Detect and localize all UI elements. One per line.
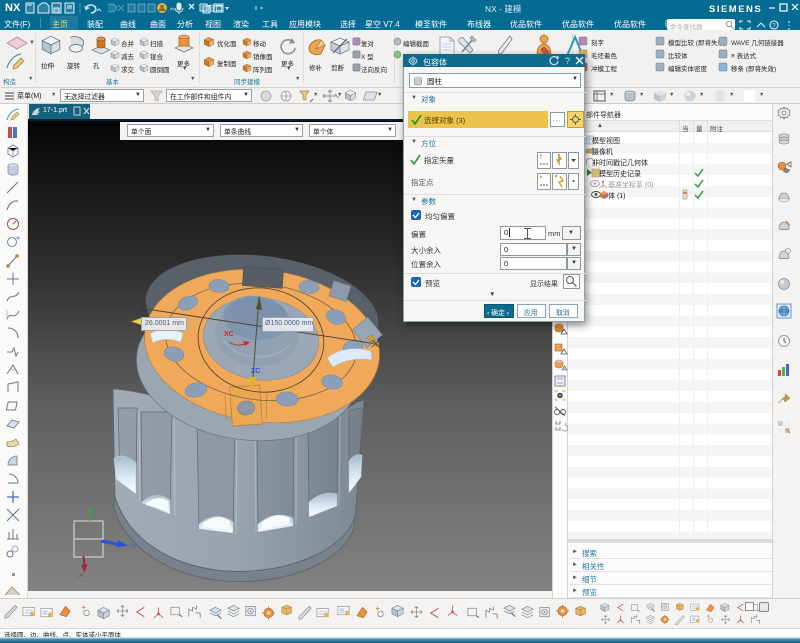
svg-text:窗口: 窗口	[207, 3, 223, 13]
svg-text:?: ?	[565, 56, 570, 66]
svg-text:!: !	[540, 154, 542, 161]
